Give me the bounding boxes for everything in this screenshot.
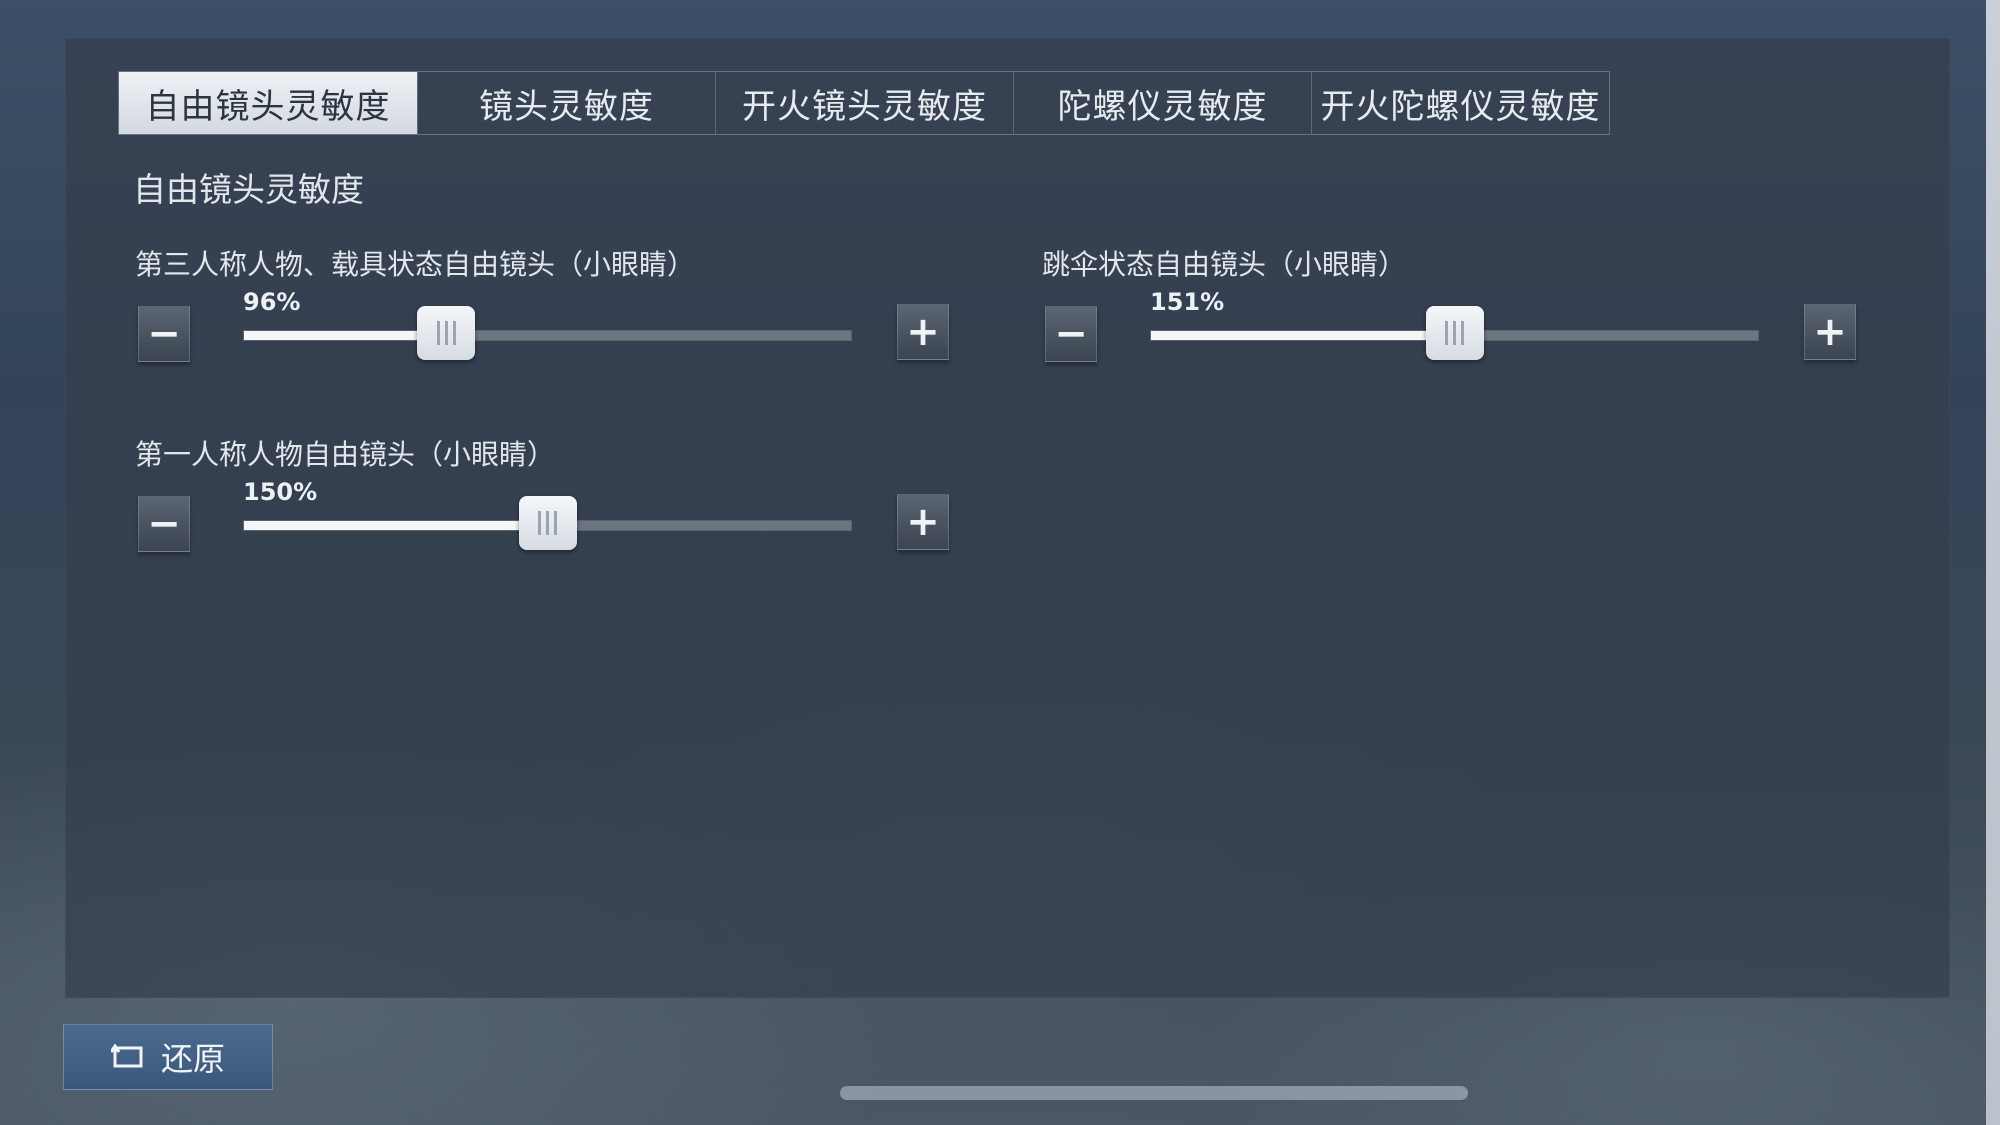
increase-button[interactable]: + [1804,304,1856,360]
slider-thumb[interactable] [518,496,577,550]
setting-first-person: 第一人称人物自由镜头（小眼睛） − 150% + [135,433,965,573]
increase-button[interactable]: + [897,304,949,360]
minus-icon: − [147,311,181,357]
reset-label: 还原 [160,1040,225,1078]
slider-thumb[interactable] [1425,306,1484,360]
section-title: 自由镜头灵敏度 [133,170,364,209]
tab-fire-camera[interactable]: 开火镜头灵敏度 [715,72,1013,134]
slider-thumb[interactable] [417,306,476,360]
slider-fill [244,521,548,530]
grip-icon [538,511,557,535]
right-edge-strip [1986,0,2000,1125]
slider-fill [244,331,447,340]
slider-track[interactable] [243,306,852,360]
decrease-button[interactable]: − [138,496,190,552]
reset-icon [110,1044,145,1070]
slider-track[interactable] [243,496,852,550]
slider-value: 151% [1150,288,1225,316]
sensitivity-panel: 自由镜头灵敏度 镜头灵敏度 开火镜头灵敏度 陀螺仪灵敏度 开火陀螺仪灵敏度 自由… [65,38,1950,998]
tab-gyroscope[interactable]: 陀螺仪灵敏度 [1013,72,1311,134]
setting-parachute: 跳伞状态自由镜头（小眼睛） − 151% + [1042,243,1872,383]
minus-icon: − [1054,311,1088,357]
grip-icon [1445,321,1464,345]
tab-fire-gyroscope[interactable]: 开火陀螺仪灵敏度 [1311,72,1609,134]
minus-icon: − [147,501,181,547]
tab-camera[interactable]: 镜头灵敏度 [417,72,715,134]
slider-fill [1151,331,1455,340]
increase-button[interactable]: + [897,494,949,550]
plus-icon: + [906,499,940,545]
sensitivity-tabs: 自由镜头灵敏度 镜头灵敏度 开火镜头灵敏度 陀螺仪灵敏度 开火陀螺仪灵敏度 [118,71,1610,135]
decrease-button[interactable]: − [1045,306,1097,362]
setting-label: 第三人称人物、载具状态自由镜头（小眼睛） [135,248,696,281]
slider-track[interactable] [1150,306,1759,360]
plus-icon: + [906,309,940,355]
tab-free-camera[interactable]: 自由镜头灵敏度 [119,72,417,134]
setting-third-person: 第三人称人物、载具状态自由镜头（小眼睛） − 96% + [135,243,965,383]
decrease-button[interactable]: − [138,306,190,362]
setting-label: 第一人称人物自由镜头（小眼睛） [135,438,556,471]
reset-button[interactable]: 还原 [63,1024,273,1090]
home-indicator[interactable] [840,1086,1468,1100]
slider-value: 150% [243,478,318,506]
grip-icon [436,321,456,345]
setting-label: 跳伞状态自由镜头（小眼睛） [1042,248,1407,281]
slider-value: 96% [243,288,301,316]
plus-icon: + [1813,309,1847,355]
